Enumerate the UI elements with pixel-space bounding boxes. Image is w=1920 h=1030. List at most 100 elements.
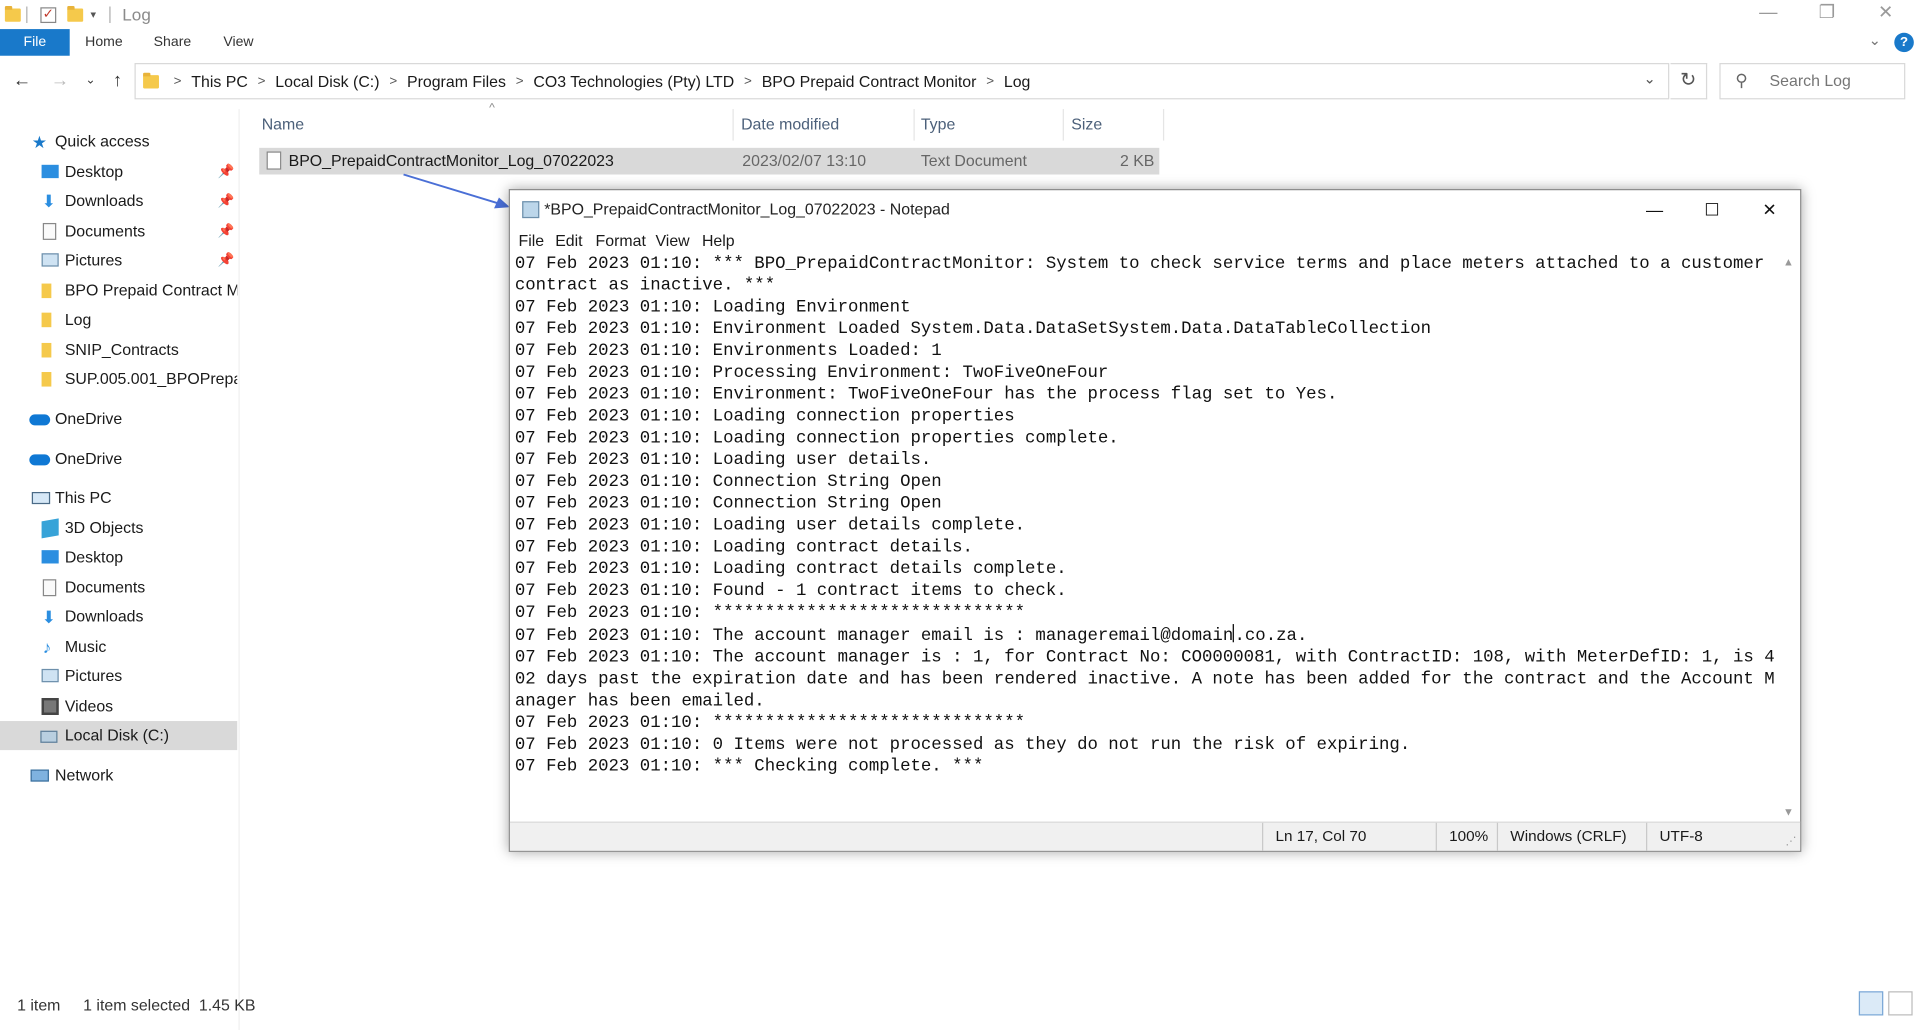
scroll-down-arrow-icon[interactable]: ▼	[1783, 806, 1794, 818]
menu-format[interactable]: Format	[596, 231, 646, 249]
sidebar-item-label: 3D Objects	[64, 518, 144, 537]
large-icons-view-button[interactable]	[1888, 991, 1913, 1016]
scroll-up-arrow-icon[interactable]: ▲	[1783, 256, 1794, 268]
notepad-text-area[interactable]: 07 Feb 2023 01:10: *** BPO_PrepaidContra…	[515, 253, 1782, 820]
customize-toolbar-chevron-icon[interactable]: ▾	[90, 5, 96, 24]
breadcrumb-program-files[interactable]: Program Files	[407, 72, 506, 90]
breadcrumb-separator[interactable]: >	[744, 74, 752, 89]
cloud-icon	[29, 454, 51, 466]
log-line: 07 Feb 2023 01:10: Loading connection pr…	[514, 428, 1119, 449]
sidebar-item-pc-documents[interactable]: Documents	[0, 573, 237, 602]
tab-home[interactable]: Home	[76, 29, 132, 56]
notepad-window: *BPO_PrepaidContractMonitor_Log_07022023…	[508, 189, 1802, 852]
breadcrumb-separator[interactable]: >	[389, 74, 397, 89]
search-box[interactable]: ⚲	[1719, 63, 1906, 100]
breadcrumb-separator[interactable]: >	[516, 74, 524, 89]
expand-ribbon-chevron-icon[interactable]: ⌄	[1869, 32, 1881, 49]
sidebar-item-pc-downloads[interactable]: ⬇ Downloads	[0, 602, 237, 631]
notepad-menubar: File Edit Format View Help	[510, 229, 1800, 253]
column-header-size[interactable]: Size	[1066, 109, 1165, 141]
log-line: 07 Feb 2023 01:10: *********************…	[514, 713, 1026, 734]
breadcrumb-this-pc[interactable]: This PC	[191, 72, 248, 90]
breadcrumb-co3-technologies[interactable]: CO3 Technologies (Pty) LTD	[533, 72, 734, 90]
sidebar-item-snip-contracts[interactable]: SNIP_Contracts	[0, 336, 237, 365]
sidebar-item-pictures[interactable]: Pictures 📌	[0, 246, 237, 275]
tab-view[interactable]: View	[210, 29, 266, 56]
notepad-maximize-button[interactable]: ☐	[1684, 190, 1740, 229]
folder-icon	[143, 72, 159, 88]
resize-grip-icon[interactable]: ⋰	[1785, 835, 1796, 848]
explorer-titlebar: | ✓ ▾ | Log — ❐ ✕	[0, 0, 1920, 29]
back-arrow-icon[interactable]: ←	[10, 69, 34, 93]
notepad-minimize-button[interactable]: —	[1626, 190, 1682, 229]
breadcrumb-separator[interactable]: >	[986, 74, 994, 89]
tab-share[interactable]: Share	[144, 29, 200, 56]
address-bar[interactable]: > This PC > Local Disk (C:) > Program Fi…	[134, 63, 1670, 100]
up-arrow-icon[interactable]: ↑	[105, 69, 129, 93]
titlebar-separator: |	[24, 4, 30, 25]
log-line: 07 Feb 2023 01:10: Found - 1 contract it…	[514, 581, 1067, 602]
minimize-button[interactable]: —	[1740, 0, 1796, 29]
search-input[interactable]	[1769, 71, 1902, 90]
breadcrumb-log[interactable]: Log	[1004, 72, 1031, 90]
search-icon: ⚲	[1735, 70, 1748, 90]
tab-file[interactable]: File	[0, 29, 70, 56]
sidebar-item-network[interactable]: Network	[0, 761, 237, 790]
log-line-tail: .co.za.	[1234, 626, 1308, 646]
log-line: 07 Feb 2023 01:10: Environment: TwoFiveO…	[514, 385, 1338, 405]
menu-edit[interactable]: Edit	[555, 231, 582, 249]
sidebar-item-label: OneDrive	[55, 449, 123, 468]
sidebar-item-local-disk[interactable]: Local Disk (C:)	[0, 721, 238, 751]
help-icon[interactable]: ?	[1894, 32, 1914, 53]
sidebar-item-sup-005-001[interactable]: SUP.005.001_BPOPrepaidContractMonitor	[0, 365, 237, 394]
breadcrumb-separator[interactable]: >	[174, 74, 182, 89]
sidebar-item-onedrive[interactable]: OneDrive	[0, 405, 237, 434]
sidebar-item-quick-access[interactable]: ★ Quick access	[0, 127, 237, 156]
breadcrumb-separator[interactable]: >	[258, 74, 266, 89]
details-view-button[interactable]	[1858, 991, 1884, 1016]
sidebar-item-pc-desktop[interactable]: Desktop	[0, 543, 237, 572]
refresh-button[interactable]: ↻	[1670, 63, 1708, 100]
sidebar-item-this-pc[interactable]: This PC	[0, 484, 237, 513]
sidebar-item-onedrive-2[interactable]: OneDrive	[0, 445, 237, 474]
forward-arrow-icon[interactable]: →	[48, 69, 72, 93]
column-header-type[interactable]: Type	[916, 109, 1064, 141]
breadcrumb-local-disk[interactable]: Local Disk (C:)	[275, 72, 379, 90]
ribbon: File Home Share View ⌄ ?	[0, 29, 1920, 56]
column-header-date-modified[interactable]: Date modified	[736, 109, 915, 141]
sidebar-item-downloads[interactable]: ⬇ Downloads 📌	[0, 187, 237, 216]
sidebar-item-videos[interactable]: Videos	[0, 692, 237, 721]
sidebar-item-3d-objects[interactable]: 3D Objects	[0, 514, 237, 543]
restore-button[interactable]: ❐	[1799, 0, 1855, 29]
log-line-head: 07 Feb 2023 01:10: The account manager e…	[514, 626, 1234, 646]
recent-locations-chevron-icon[interactable]: ⌄	[78, 69, 102, 93]
sidebar-item-label: SUP.005.001_BPOPrepaidContractMonitor	[64, 369, 237, 388]
notepad-close-button[interactable]: ✕	[1741, 190, 1797, 229]
properties-icon[interactable]: ✓	[40, 5, 57, 24]
sidebar-item-label: Log	[64, 310, 92, 329]
file-size: 2 KB	[1119, 151, 1155, 170]
file-date-modified: 2023/02/07 13:10	[742, 151, 867, 170]
documents-icon	[42, 579, 57, 597]
3d-objects-icon	[41, 518, 59, 539]
menu-help[interactable]: Help	[702, 231, 735, 249]
sidebar-item-bpo-prepaid-contract-monitor[interactable]: BPO Prepaid Contract Monitor	[0, 276, 237, 305]
documents-icon	[42, 222, 57, 240]
log-line: 07 Feb 2023 01:10: Connection String Ope…	[514, 472, 942, 492]
close-button[interactable]: ✕	[1858, 0, 1914, 29]
address-history-chevron-icon[interactable]: ⌄	[1644, 70, 1656, 87]
sidebar-item-desktop[interactable]: Desktop 📌	[0, 158, 237, 187]
breadcrumb-bpo-prepaid-contract-monitor[interactable]: BPO Prepaid Contract Monitor	[762, 72, 977, 90]
vertical-scrollbar[interactable]: ▲ ▼	[1779, 253, 1800, 820]
sidebar-item-pc-pictures[interactable]: Pictures	[0, 662, 237, 691]
pin-icon: 📌	[217, 253, 235, 268]
new-folder-icon[interactable]	[67, 5, 84, 24]
menu-file[interactable]: File	[519, 231, 545, 249]
log-line-with-caret: 07 Feb 2023 01:10: The account manager e…	[515, 624, 1782, 647]
sidebar-item-documents[interactable]: Documents 📌	[0, 217, 237, 246]
menu-view[interactable]: View	[655, 231, 689, 249]
column-header-name[interactable]: Name	[257, 109, 734, 141]
sidebar-item-music[interactable]: ♪ Music	[0, 633, 237, 662]
sidebar-item-label: Documents	[64, 578, 146, 597]
sidebar-item-log[interactable]: Log	[0, 305, 237, 334]
